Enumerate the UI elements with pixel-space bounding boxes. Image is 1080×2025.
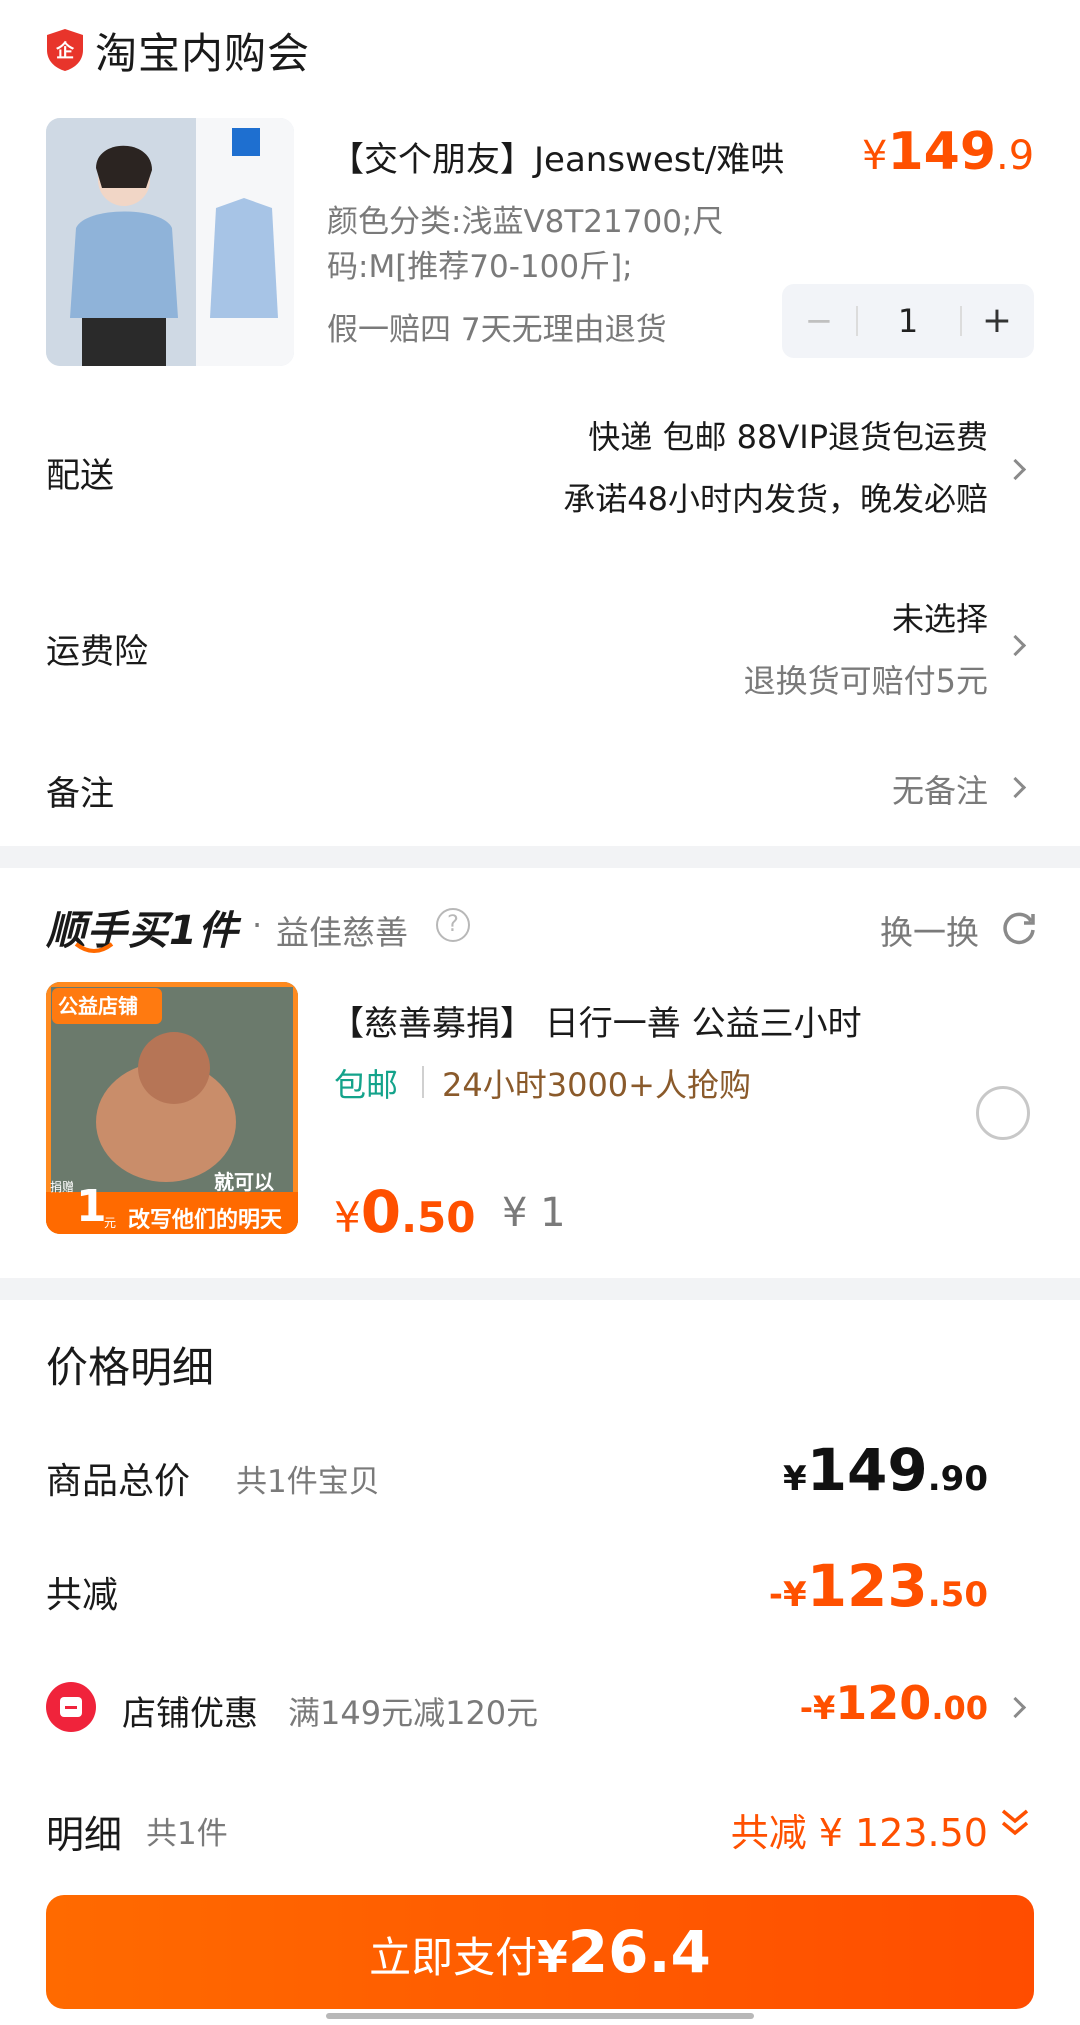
detail-reduction[interactable]: 共减 ¥ 123.50 [731, 1802, 988, 1857]
addon-price-int: 0 [360, 1178, 402, 1246]
price-int: 149 [887, 122, 996, 182]
total-price-int: 149 [806, 1436, 928, 1504]
shipping-insurance-status: 未选择 [891, 600, 988, 638]
product-service-tags: 假一赔四 7天无理由退货 [327, 312, 667, 348]
charity-item-title[interactable]: 【慈善募捐】 日行一善 公益三小时 [330, 996, 862, 1045]
product-image[interactable] [46, 118, 294, 366]
refresh-icon[interactable] [1000, 908, 1038, 946]
store-discount-value: -¥120.00 [800, 1676, 988, 1730]
charity-donate-unit: 元 [104, 1216, 117, 1230]
shipping-insurance-desc: 退换货可赔付5元 [743, 662, 988, 700]
addon-dot: · [252, 906, 263, 944]
help-icon-glyph: ? [447, 912, 459, 937]
free-shipping-tag: 包邮 [334, 1066, 399, 1104]
addon-price-dec: .50 [401, 1193, 476, 1242]
total-price-dec: .90 [927, 1459, 988, 1499]
section-divider [0, 1278, 1080, 1300]
total-reduction-label: 共减 [46, 1575, 119, 1616]
tag-separator [422, 1066, 424, 1098]
pay-now-button[interactable]: 立即支付¥26.4 [46, 1895, 1034, 2009]
addon-provider: 益佳慈善 [276, 913, 408, 952]
store-coupon-icon [46, 1682, 96, 1732]
note-label: 备注 [46, 774, 114, 814]
price-detail-title: 价格明细 [46, 1343, 215, 1392]
pay-now-label: 立即支付 [369, 1933, 538, 1982]
pay-now-yen: ¥ [537, 1932, 568, 1983]
quantity-value[interactable]: 1 [856, 284, 960, 358]
select-addon-radio[interactable] [976, 1086, 1030, 1140]
reduction-dec: .50 [927, 1575, 988, 1615]
home-indicator [326, 2013, 754, 2019]
note-value: 无备注 [891, 772, 988, 810]
addon-original-price: ¥ 1 [502, 1190, 566, 1236]
pay-now-amount: 26.4 [567, 1918, 711, 1986]
double-chevron-down-icon[interactable] [998, 1806, 1032, 1840]
detail-label: 明细 [46, 1813, 123, 1857]
total-reduction-value: -¥123.50 [769, 1552, 988, 1620]
quantity-stepper: − 1 + [782, 284, 1034, 358]
total-price-value: ¥149.90 [783, 1436, 988, 1504]
decrement-button[interactable]: − [782, 284, 856, 358]
detail-count: 共1件 [146, 1816, 228, 1852]
refresh-button[interactable]: 换一换 [880, 906, 979, 954]
store-discount-label: 店铺优惠 [122, 1694, 258, 1734]
help-icon[interactable]: ? [436, 908, 470, 942]
store-int: 120 [835, 1676, 932, 1730]
increment-button[interactable]: + [960, 284, 1034, 358]
charity-item-image[interactable]: 公益店铺 捐赠 1 元 就可以 改写他们的明天 [46, 982, 298, 1234]
store-dec: .00 [931, 1689, 988, 1727]
delivery-label: 配送 [46, 456, 114, 496]
reduction-prefix: -¥ [768, 1575, 807, 1615]
total-item-count: 共1件宝贝 [236, 1464, 380, 1500]
reduction-int: 123 [806, 1552, 928, 1620]
product-spec[interactable]: 颜色分类:浅蓝V8T21700;尺码:M[推荐70-100斤]; [327, 200, 777, 290]
charity-donate-label: 捐赠 [50, 1180, 75, 1194]
delivery-line1: 快递 包邮 88VIP退货包运费 [588, 418, 988, 456]
svg-text:企: 企 [55, 40, 75, 62]
shipping-insurance-label: 运费险 [46, 632, 148, 672]
price-yen: ¥ [862, 133, 888, 179]
charity-slogan-1: 就可以 [214, 1170, 274, 1194]
product-price: ¥149.9 [862, 122, 1034, 182]
charity-donate-amount: 1 [76, 1181, 107, 1232]
product-title[interactable]: 【交个朋友】Jeanswest/难哄 [330, 132, 784, 181]
store-prefix: -¥ [799, 1689, 836, 1727]
addon-price-yen: ¥ [334, 1193, 361, 1242]
charity-slogan-2: 改写他们的明天 [128, 1208, 283, 1233]
store-discount-rule: 满149元减120元 [288, 1694, 539, 1732]
total-price-label: 商品总价 [46, 1461, 191, 1502]
shop-name[interactable]: 淘宝内购会 [95, 20, 310, 81]
delivery-line2: 承诺48小时内发货，晚发必赔 [563, 480, 988, 518]
price-dec: .9 [996, 133, 1035, 179]
total-price-yen: ¥ [783, 1459, 807, 1499]
charity-badge: 公益店铺 [58, 994, 138, 1018]
enterprise-shield-icon: 企 [47, 29, 83, 71]
sales-info: 24小时3000+人抢购 [442, 1066, 751, 1104]
section-divider [0, 846, 1080, 868]
addon-price: ¥0.50 [334, 1178, 476, 1246]
smile-underline-icon [74, 942, 114, 953]
